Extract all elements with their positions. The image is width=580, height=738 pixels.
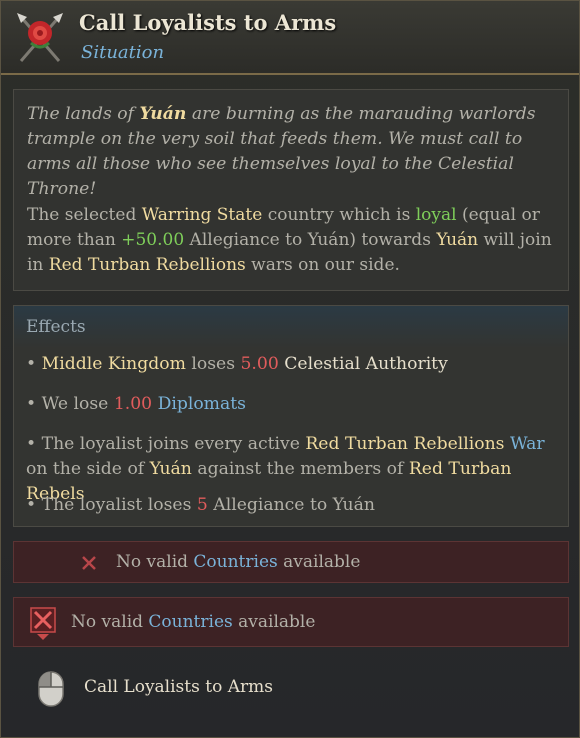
link-red-turban-rebellions[interactable]: Red Turban Rebellions bbox=[305, 434, 504, 454]
warning-text: No valid Countries available bbox=[116, 552, 361, 572]
effect-amount: 5.00 bbox=[240, 354, 279, 374]
effects-header: Effects bbox=[14, 306, 568, 348]
effect-amount: 5 bbox=[196, 495, 208, 515]
effect-item: • Middle Kingdom loses 5.00 Celestial Au… bbox=[26, 354, 448, 374]
effect-item: • We lose 1.00 Diplomats bbox=[26, 394, 246, 414]
link-countries[interactable]: Countries bbox=[148, 612, 232, 632]
tooltip-subtitle: Situation bbox=[81, 42, 165, 63]
flavor-highlight-yuan[interactable]: Yuán bbox=[139, 104, 186, 124]
tooltip-header: Call Loyalists to Arms Situation bbox=[1, 1, 579, 75]
warning-row: No valid Countries available bbox=[13, 597, 569, 647]
allegiance-value: +50.00 bbox=[121, 230, 185, 250]
link-warring-state[interactable]: Warring State bbox=[142, 205, 263, 225]
crossed-spears-rose-icon bbox=[17, 13, 63, 62]
tooltip-title: Call Loyalists to Arms bbox=[79, 10, 337, 35]
description-box: The lands of Yuán are burning as the mar… bbox=[13, 89, 569, 291]
effect-item: • The loyalist loses 5 Allegiance to Yuá… bbox=[26, 495, 375, 515]
call-loyalists-action[interactable]: Call Loyalists to Arms bbox=[21, 665, 321, 713]
link-yuan[interactable]: Yuán bbox=[436, 230, 478, 250]
effect-amount: 1.00 bbox=[113, 394, 153, 414]
effects-box: Effects • Middle Kingdom loses 5.00 Cele… bbox=[13, 305, 569, 527]
tooltip-panel: Call Loyalists to Arms Situation The lan… bbox=[0, 0, 580, 738]
link-middle-kingdom[interactable]: Middle Kingdom bbox=[42, 354, 186, 374]
description-text: The selected Warring State country which… bbox=[27, 205, 552, 275]
link-yuan[interactable]: Yuán bbox=[150, 459, 192, 479]
warning-row: No valid Countries available bbox=[13, 541, 569, 583]
effects-title: Effects bbox=[26, 317, 86, 337]
link-diplomats[interactable]: Diplomats bbox=[158, 394, 246, 414]
link-war[interactable]: War bbox=[510, 434, 545, 454]
loyal-label: loyal bbox=[415, 205, 457, 225]
link-countries[interactable]: Countries bbox=[193, 552, 277, 572]
red-x-icon bbox=[82, 556, 96, 570]
mouse-left-click-icon bbox=[38, 671, 64, 707]
link-red-turban-rebellions[interactable]: Red Turban Rebellions bbox=[49, 255, 246, 275]
warning-text: No valid Countries available bbox=[71, 612, 316, 632]
flavor-text: The lands of Yuán are burning as the mar… bbox=[27, 104, 536, 199]
action-label: Call Loyalists to Arms bbox=[84, 677, 273, 697]
invalid-target-icon bbox=[30, 607, 56, 640]
